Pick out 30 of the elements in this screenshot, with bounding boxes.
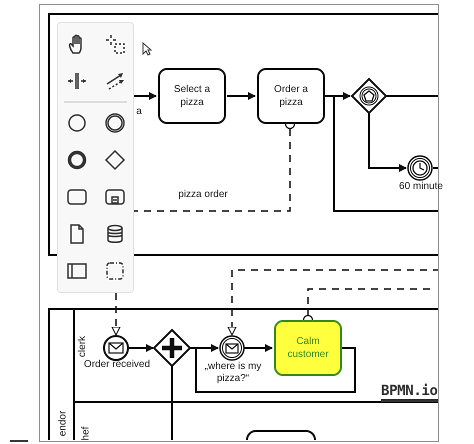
task[interactable] <box>246 430 316 440</box>
element-label: 60 minute <box>398 181 444 193</box>
cursor-icon <box>142 42 152 56</box>
circle-icon <box>66 112 88 134</box>
thick-circle-icon <box>66 149 88 171</box>
pool-label: endor <box>56 410 70 436</box>
task[interactable]: Select a pizza <box>158 68 226 124</box>
parallel-gateway[interactable] <box>152 328 192 368</box>
message-start-event[interactable] <box>103 335 129 361</box>
sequence-flow <box>227 92 256 100</box>
message-flow <box>112 293 120 336</box>
message-catch-event[interactable] <box>219 335 245 361</box>
double-circle-icon <box>104 112 126 134</box>
timer-event[interactable] <box>407 155 433 181</box>
diamond-icon <box>104 149 126 171</box>
sequence-flow <box>128 344 154 352</box>
group-icon <box>104 260 126 282</box>
task[interactable]: Calm customer <box>274 320 342 376</box>
space-tool-icon <box>66 70 88 92</box>
bpmn-logo[interactable]: BPMN.io <box>381 383 438 402</box>
lasso-icon <box>104 33 126 55</box>
sequence-flow <box>133 92 157 100</box>
event-based-gateway[interactable] <box>350 78 388 114</box>
element-label: a <box>135 106 143 118</box>
element-label: „where is my pizza?“ <box>204 361 262 385</box>
lane-label: hef <box>79 426 92 440</box>
element-label: pizza order <box>177 189 229 201</box>
element-label: Order received <box>82 359 152 371</box>
lane-label: clerk <box>76 336 90 358</box>
task[interactable]: Order a pizza <box>257 68 325 124</box>
